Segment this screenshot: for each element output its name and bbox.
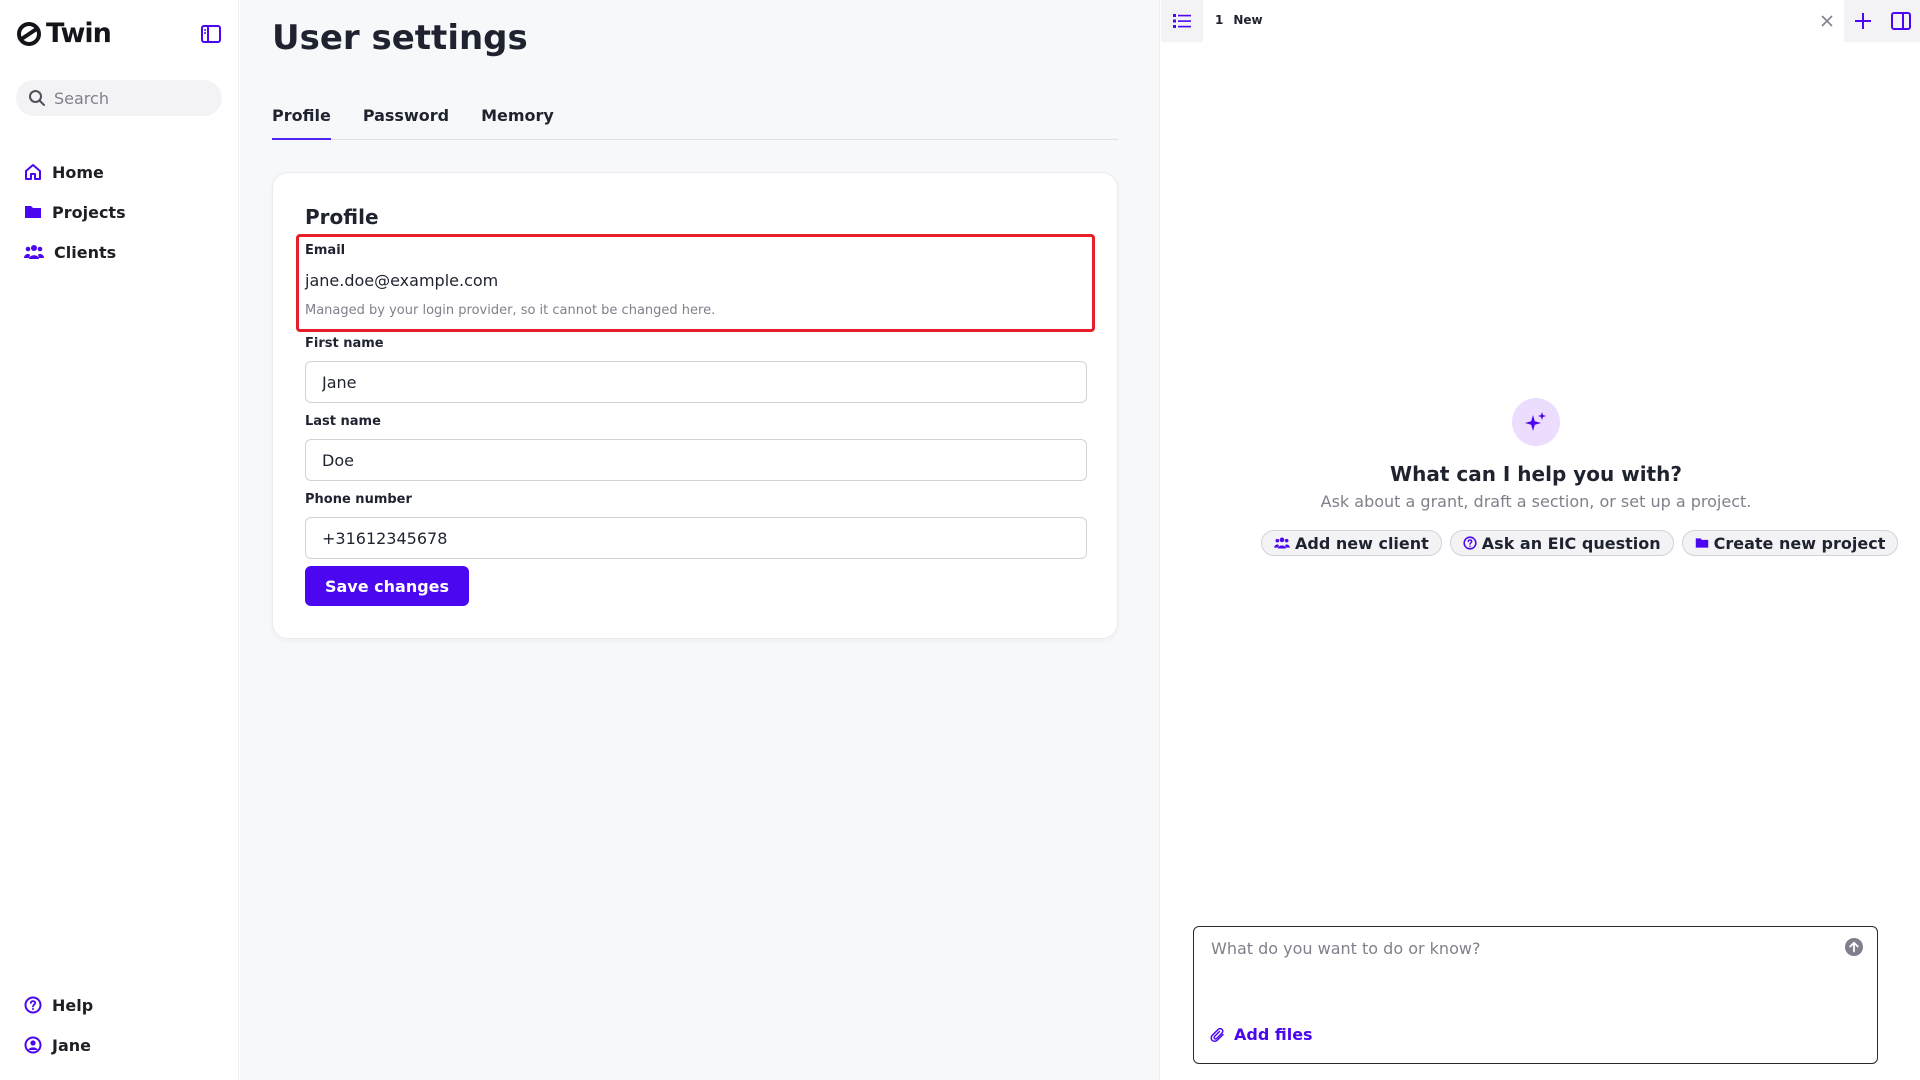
save-changes-button[interactable]: Save changes	[305, 566, 469, 606]
first-name-label: First name	[305, 336, 384, 351]
sparkle-icon	[1525, 412, 1546, 431]
suggestion-label: Create new project	[1713, 533, 1886, 553]
sidebar-item-label: Home	[52, 162, 104, 182]
chat-panel: 1 New What can I help you with? Ask abou…	[1161, 0, 1920, 1080]
paperclip-icon	[1210, 1027, 1224, 1042]
phone-field[interactable]	[305, 517, 1087, 559]
chat-input[interactable]	[1211, 939, 1831, 999]
folder-icon	[25, 206, 41, 218]
sidebar-item-label: Help	[52, 995, 94, 1015]
suggestion-chips: Add new client Ask an EIC question Creat…	[1261, 530, 1899, 556]
tab-label: Profile	[272, 106, 331, 125]
chat-top-actions	[1844, 0, 1920, 42]
sidebar-item-clients[interactable]: Clients	[24, 232, 126, 272]
search-input[interactable]	[54, 88, 204, 108]
list-icon	[1173, 14, 1191, 28]
panel-right-icon	[1890, 12, 1911, 30]
chat-tab-number: 1	[1215, 13, 1224, 27]
email-help-text: Managed by your login provider, so it ca…	[305, 303, 716, 318]
close-icon	[1821, 15, 1833, 27]
sidebar-item-projects[interactable]: Projects	[24, 192, 126, 232]
sidebar-item-account[interactable]: Jane	[24, 1025, 93, 1065]
help-circle-icon	[24, 996, 42, 1014]
profile-card: Profile Email jane.doe@example.com Manag…	[272, 172, 1118, 639]
plus-icon	[1854, 13, 1871, 29]
chat-topbar: 1 New	[1161, 0, 1920, 42]
app-name: Twin	[46, 18, 112, 49]
suggestion-ask-eic-question[interactable]: Ask an EIC question	[1449, 530, 1674, 556]
user-circle-icon	[24, 1036, 42, 1054]
sidebar-item-home[interactable]: Home	[24, 152, 126, 192]
users-icon	[24, 245, 44, 259]
folder-icon	[1695, 538, 1708, 548]
sidebar-toggle-icon	[201, 25, 221, 43]
logo[interactable]: Twin	[16, 18, 112, 49]
tab-password[interactable]: Password	[363, 106, 449, 140]
suggestion-create-new-project[interactable]: Create new project	[1681, 530, 1899, 556]
assistant-help-title: What can I help you with?	[1390, 462, 1682, 486]
close-tab-button[interactable]	[1816, 10, 1838, 32]
new-chat-button[interactable]	[1854, 12, 1872, 30]
sidebar-bottom-nav: Help Jane	[24, 985, 93, 1065]
sidebar: Twin Home Projects	[0, 0, 239, 1080]
twin-logo-icon	[17, 21, 41, 46]
tab-label: Password	[362, 106, 450, 125]
tab-profile[interactable]: Profile	[272, 106, 331, 140]
sidebar-item-help[interactable]: Help	[24, 985, 93, 1025]
phone-label: Phone number	[305, 492, 412, 507]
add-files-button[interactable]: Add files	[1210, 1025, 1313, 1044]
add-files-label: Add files	[1234, 1025, 1313, 1044]
sidebar-item-label: Jane	[52, 1035, 91, 1055]
assistant-help-subtitle: Ask about a grant, draft a section, or s…	[1320, 492, 1752, 511]
suggestion-add-new-client[interactable]: Add new client	[1261, 530, 1442, 556]
sidebar-item-label: Projects	[52, 202, 126, 222]
last-name-label: Last name	[305, 414, 381, 429]
help-circle-icon	[1463, 536, 1477, 550]
tab-memory[interactable]: Memory	[481, 106, 554, 140]
users-icon	[1274, 537, 1290, 549]
suggestion-label: Add new client	[1295, 533, 1429, 553]
settings-tabs: Profile Password Memory	[272, 106, 1118, 140]
chat-tab-label: New	[1233, 13, 1263, 27]
chat-tab-new[interactable]: 1 New	[1215, 13, 1263, 27]
chat-list-button[interactable]	[1161, 0, 1203, 42]
email-label: Email	[305, 243, 346, 258]
assistant-avatar	[1512, 398, 1560, 446]
last-name-field[interactable]	[305, 439, 1087, 481]
email-value: jane.doe@example.com	[305, 271, 499, 290]
settings-main: User settings Profile Password Memory Pr…	[240, 0, 1160, 1080]
profile-heading: Profile	[305, 205, 379, 229]
search-box[interactable]	[16, 80, 222, 116]
page-title: User settings	[272, 18, 528, 58]
search-icon	[29, 90, 45, 106]
first-name-field[interactable]	[305, 361, 1087, 403]
chat-composer: Add files	[1193, 926, 1878, 1064]
toggle-panel-button[interactable]	[1890, 12, 1911, 30]
sidebar-item-label: Clients	[54, 242, 117, 262]
suggestion-label: Ask an EIC question	[1481, 533, 1661, 553]
tab-label: Memory	[481, 106, 554, 125]
home-icon	[25, 164, 41, 180]
send-arrow-icon[interactable]	[1845, 938, 1863, 956]
collapse-sidebar-button[interactable]	[199, 22, 223, 46]
sidebar-nav: Home Projects Clients	[24, 152, 126, 272]
